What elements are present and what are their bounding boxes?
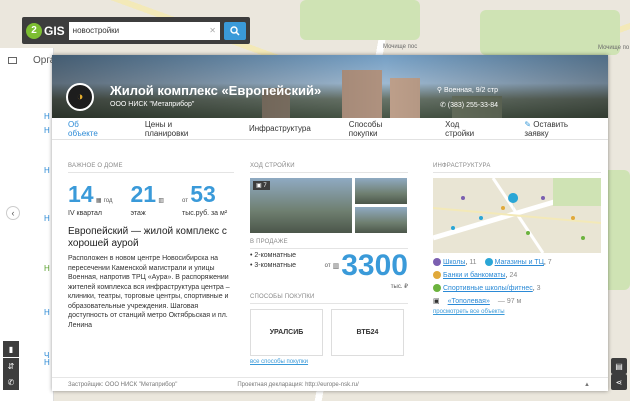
stat-year: 14 ▦ год IV квартал xyxy=(68,181,113,217)
phone[interactable]: ✆ (383) 255-33-84 xyxy=(440,101,498,109)
bank-vtb24[interactable]: ВТБ24 xyxy=(331,309,404,356)
sale-item[interactable]: • 2-комнатные xyxy=(250,252,296,259)
logo-text: GIS xyxy=(44,23,65,38)
price-value: 3300 xyxy=(341,249,408,282)
tab-about[interactable]: Об объекте xyxy=(68,120,107,138)
bank-uralsib[interactable]: УРАЛСИБ xyxy=(250,309,323,356)
footer-declaration[interactable]: Проектная декларация: http://europe-nsk.… xyxy=(237,382,358,388)
infra-row: Банки и банкоматы, 24 xyxy=(433,271,601,279)
address[interactable]: ⚲ Военная, 9/2 стр xyxy=(437,86,498,94)
calendar-icon: ▦ xyxy=(95,198,102,204)
logo-badge: 2 xyxy=(26,22,42,39)
tab-infrastructure[interactable]: Инфраструктура xyxy=(249,124,311,133)
metro-icon: ▣ xyxy=(433,298,440,305)
list-item[interactable]: Н xyxy=(44,112,50,121)
footer-developer: Застройщик: ООО НИСК "Метаприбор" xyxy=(68,381,178,388)
sale-item[interactable]: • 3-комнатные xyxy=(250,262,296,269)
photo-count-badge: ▣ 7 xyxy=(253,181,270,190)
important-section: Важное о доме 14 ▦ год IV квартал 21 ▥ э… xyxy=(68,163,234,330)
infra-sports[interactable]: Спортивные школы/фитнес, 3 xyxy=(433,284,541,292)
search-icon xyxy=(230,25,240,36)
construction-photo[interactable] xyxy=(355,207,407,233)
stat-price-per-m2: от 53 тыс.руб. за м² xyxy=(182,181,228,217)
comment-icon[interactable]: ▤ xyxy=(611,358,627,374)
search-input[interactable]: новостройки ✕ xyxy=(68,21,220,40)
infra-row: Спортивные школы/фитнес, 3 xyxy=(433,284,601,292)
infra-shops[interactable]: Магазины и ТЦ, 7 xyxy=(484,258,552,266)
search-button[interactable] xyxy=(224,21,246,40)
stats-row: 14 ▦ год IV квартал 21 ▥ этаж от 53 тыс.… xyxy=(68,181,234,217)
sale-block: • 2-комнатные • 3-комнатные от ▥ 3300 xyxy=(250,249,408,282)
building-icon: ▥ xyxy=(158,198,164,204)
directions-icon[interactable]: ⇵ xyxy=(3,358,19,374)
shop-icon xyxy=(484,258,493,266)
metro-station[interactable]: «Тополевая» xyxy=(448,298,490,305)
infra-schools[interactable]: Школы, 11 xyxy=(433,258,477,266)
infrastructure-section: Инфраструктура Школы, 11 Магазины и ТЦ, … xyxy=(433,163,601,315)
bank-tiles: УРАЛСИБ ВТБ24 xyxy=(250,309,408,356)
list-item[interactable]: Н xyxy=(44,264,50,273)
building-icon: ▥ xyxy=(332,263,340,270)
leave-request-button[interactable]: ✎ Оставить заявку xyxy=(524,120,588,138)
sports-icon xyxy=(433,284,441,292)
tab-bar: Об объекте Цены и планировки Инфраструкт… xyxy=(52,118,608,140)
app-logo[interactable]: 2 GIS xyxy=(26,22,65,39)
all-objects-link[interactable]: просмотреть все объекты xyxy=(433,309,601,315)
section-title: Способы покупки xyxy=(250,294,408,304)
collapse-panel-icon[interactable]: ‹ xyxy=(6,206,20,220)
section-title[interactable]: Ход стройки xyxy=(250,163,408,173)
location-pin-icon: ⚲ xyxy=(436,87,444,94)
metro-row: ▣ «Тополевая» — 97 м xyxy=(433,297,601,306)
list-item[interactable]: Н xyxy=(44,308,50,317)
infra-row: Школы, 11 Магазины и ТЦ, 7 xyxy=(433,258,601,266)
section-title: В продаже xyxy=(250,239,408,249)
school-icon xyxy=(433,258,441,266)
section-title[interactable]: Инфраструктура xyxy=(433,163,601,173)
search-bar: 2 GIS новостройки ✕ xyxy=(22,17,250,44)
infra-banks[interactable]: Банки и банкоматы, 24 xyxy=(433,271,517,279)
description-text: Расположен в новом центре Новосибирска н… xyxy=(68,255,230,329)
tab-purchase[interactable]: Способы покупки xyxy=(349,120,407,138)
map-label: Мочище пос xyxy=(383,44,418,50)
card-footer: Застройщик: ООО НИСК "Метаприбор" Проект… xyxy=(52,377,608,391)
construction-photo[interactable] xyxy=(355,178,407,204)
edit-icon: ✎ xyxy=(524,119,532,129)
price-unit: тыс. ₽ xyxy=(390,284,408,290)
construction-section: Ход стройки ▣ 7 В продаже • 2-комнатные … xyxy=(250,163,408,365)
bank-icon xyxy=(433,271,441,279)
infrastructure-map[interactable] xyxy=(433,178,601,253)
infrastructure-map-drawing xyxy=(433,178,601,253)
description-title: Европейский — жилой комплекс с хорошей а… xyxy=(68,226,227,249)
camera-icon: ▣ xyxy=(256,183,262,189)
bookmark-icon[interactable]: ▮ xyxy=(3,341,19,357)
page-title: Жилой комплекс «Европейский» xyxy=(110,83,322,98)
complex-card: ◑ Жилой комплекс «Европейский» ООО НИСК … xyxy=(52,55,608,391)
phone-icon: ✆ xyxy=(439,102,448,109)
tab-construction[interactable]: Ход стройки xyxy=(445,120,486,138)
stat-floors: 21 ▥ этаж xyxy=(130,181,165,217)
organizations-icon[interactable] xyxy=(8,57,17,64)
tab-prices[interactable]: Цены и планировки xyxy=(145,120,211,138)
share-icon[interactable]: ⋖ xyxy=(611,374,627,390)
list-item[interactable]: Н xyxy=(44,166,50,175)
all-purchase-methods-link[interactable]: все способы покупки xyxy=(250,359,408,365)
park-area xyxy=(300,0,420,40)
construction-photos[interactable]: ▣ 7 xyxy=(250,178,408,233)
scroll-up-icon[interactable]: ▲ xyxy=(584,382,590,388)
phone-icon[interactable]: ✆ xyxy=(3,374,19,390)
search-value: новостройки xyxy=(72,26,120,35)
clear-icon[interactable]: ✕ xyxy=(209,26,216,35)
metro-distance: — 97 м xyxy=(497,297,522,305)
map-label: Мочище по xyxy=(598,45,630,51)
hero-banner: ◑ Жилой комплекс «Европейский» ООО НИСК … xyxy=(52,55,608,118)
list-item[interactable]: Н xyxy=(44,214,50,223)
list-item[interactable]: Ч xyxy=(44,351,49,360)
section-title: Важное о доме xyxy=(68,163,234,173)
list-item[interactable]: Н xyxy=(44,126,50,135)
developer-name[interactable]: ООО НИСК "Метаприбор" xyxy=(110,101,194,108)
developer-logo: ◑ xyxy=(66,83,94,111)
construction-photo[interactable]: ▣ 7 xyxy=(250,178,352,233)
